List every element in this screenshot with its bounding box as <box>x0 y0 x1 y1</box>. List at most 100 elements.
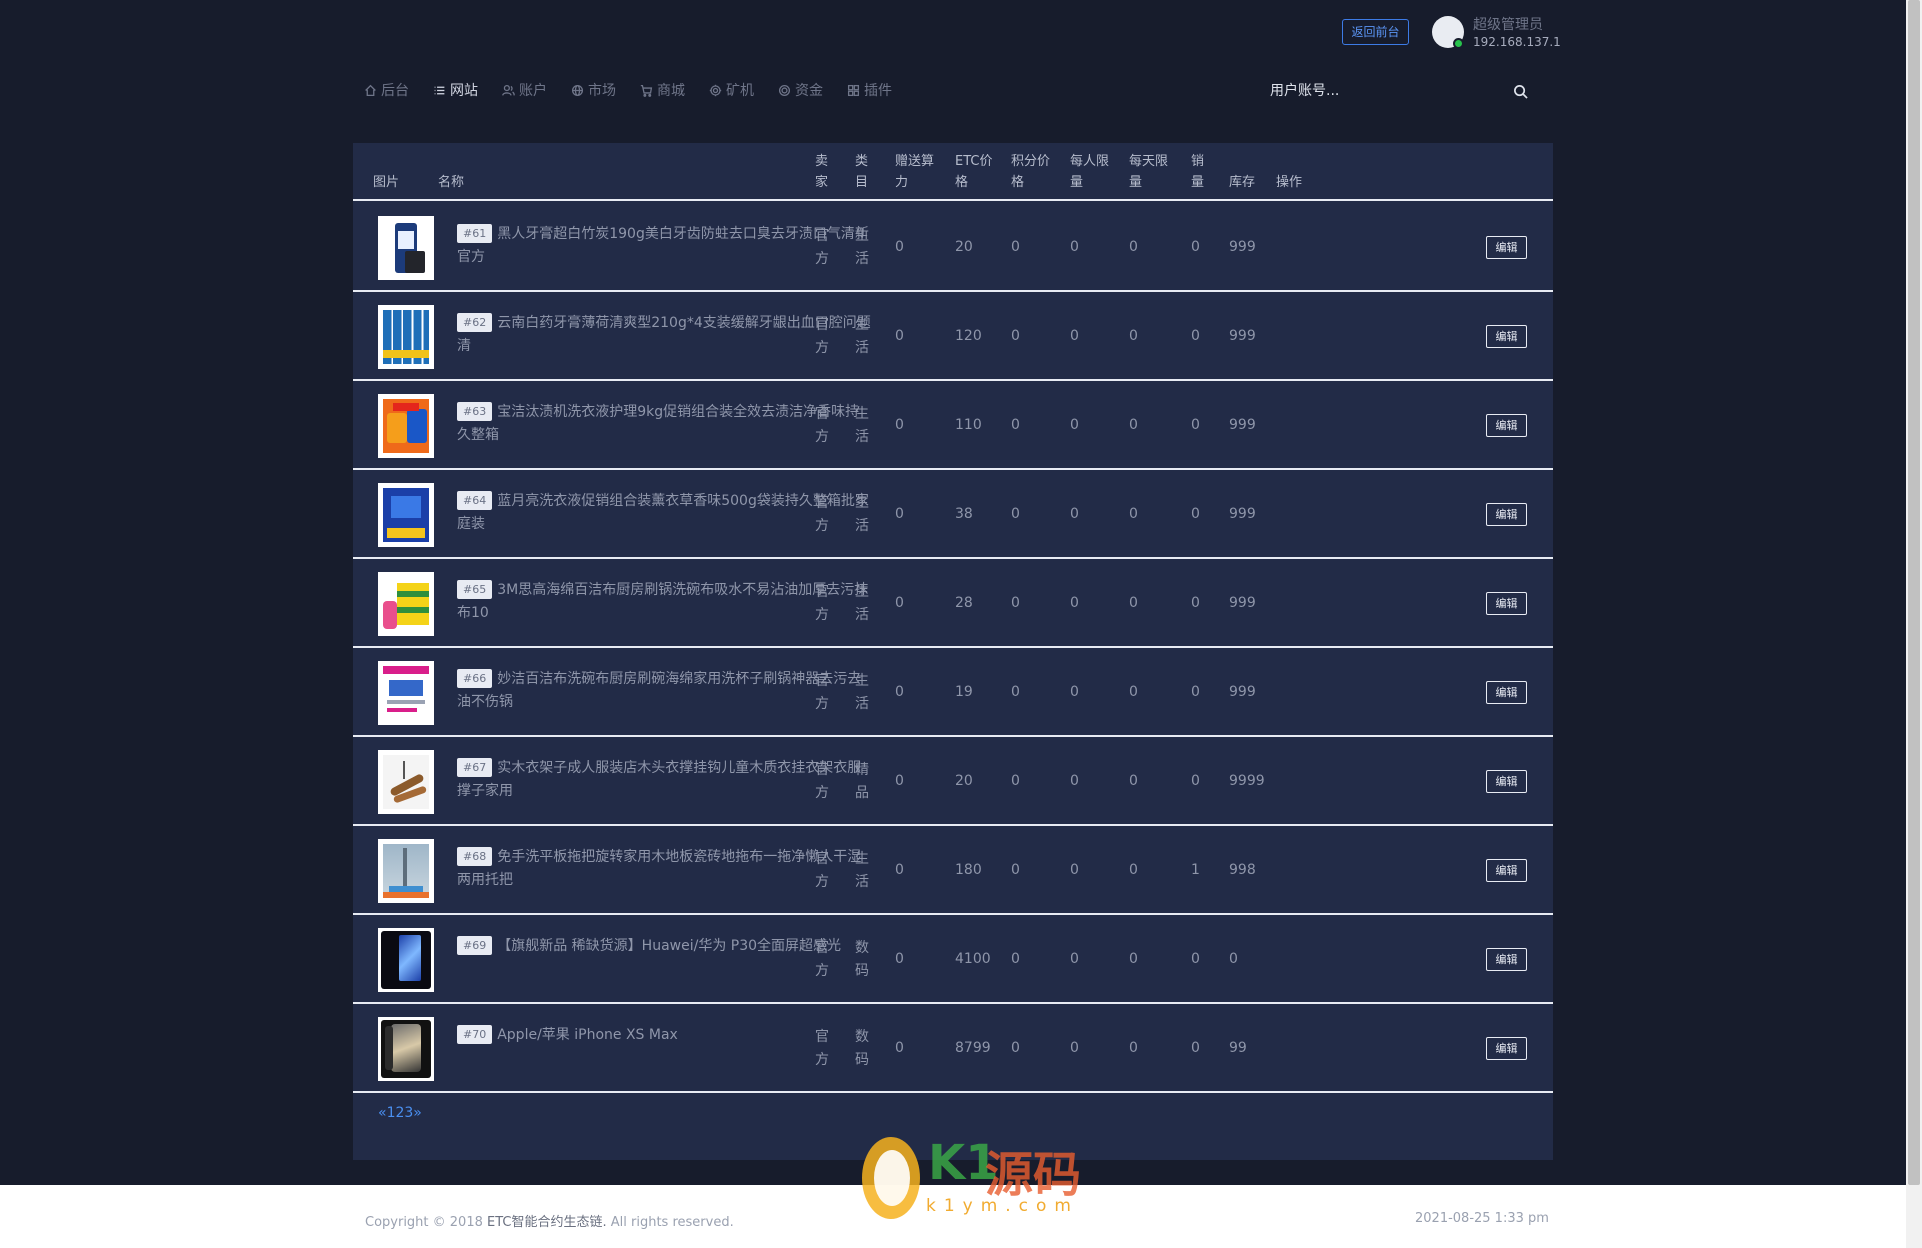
cell-seller: 官方 <box>815 495 829 534</box>
online-status-icon <box>1453 38 1464 49</box>
table-row: #67 实木衣架子成人服装店木头衣撑挂钩儿童木质衣挂衣架衣服 撑子家用官方精品 0 20… <box>353 737 1553 826</box>
cell-category: 生活 <box>855 584 869 623</box>
cell-sales: 0 <box>1191 684 1200 700</box>
user-name[interactable]: 超级管理员 <box>1473 14 1543 34</box>
cell-seller: 官方 <box>815 406 829 445</box>
product-name-line1: 3M思高海绵百洁布厨房刷锅洗碗布吸水不易沾油加厚去污抹 <box>497 582 869 598</box>
cell-stock: 999 <box>1229 506 1256 522</box>
th-bonus: 赠送算力 <box>895 154 935 190</box>
product-name: #70 Apple/苹果 iPhone XS Max <box>457 1024 897 1047</box>
cell-bonus: 0 <box>895 684 904 700</box>
cell-per_day: 0 <box>1129 684 1138 700</box>
table-row: #61 黑人牙膏超白竹炭190g美白牙齿防蛀去口臭去牙渍口气清新 官方官方生活 0 20… <box>353 203 1553 292</box>
product-name-line2: 庭装 <box>457 516 485 532</box>
iphone-thumb <box>378 1017 434 1081</box>
cell-seller: 官方 <box>815 228 829 267</box>
product-name-line2: 久整箱 <box>457 427 499 443</box>
cell-category: 生活 <box>855 317 869 356</box>
cell-stock: 999 <box>1229 328 1256 344</box>
nav-item-0[interactable]: 后台 <box>364 80 409 100</box>
product-name-line2: 官方 <box>457 249 485 265</box>
product-id-badge: #69 <box>457 936 493 955</box>
edit-button[interactable]: 编辑 <box>1486 1037 1527 1060</box>
nav-item-1[interactable]: 网站 <box>433 80 478 100</box>
product-id-badge: #61 <box>457 224 493 243</box>
cell-per_day: 0 <box>1129 862 1138 878</box>
nav-item-2[interactable]: 账户 <box>502 80 547 100</box>
product-id-badge: #67 <box>457 758 493 777</box>
toothpaste-thumb <box>378 216 434 280</box>
company-name[interactable]: ETC智能合约生态链. <box>487 1215 607 1230</box>
cell-per_day: 0 <box>1129 951 1138 967</box>
nav-item-3[interactable]: 市场 <box>571 80 616 100</box>
cell-category: 数码 <box>855 940 869 979</box>
cell-sales: 0 <box>1191 239 1200 255</box>
nav-item-5[interactable]: 矿机 <box>709 80 754 100</box>
edit-button[interactable]: 编辑 <box>1486 592 1527 615</box>
th-sales: 销量 <box>1191 154 1205 190</box>
product-id-badge: #62 <box>457 313 493 332</box>
cell-sales: 0 <box>1191 951 1200 967</box>
scrubber-thumb <box>378 661 434 725</box>
cell-stock: 999 <box>1229 417 1256 433</box>
cell-sales: 0 <box>1191 328 1200 344</box>
cell-per_person: 0 <box>1070 328 1079 344</box>
cell-stock: 999 <box>1229 684 1256 700</box>
edit-button[interactable]: 编辑 <box>1486 948 1527 971</box>
cell-points_price: 0 <box>1011 417 1020 433</box>
edit-button[interactable]: 编辑 <box>1486 503 1527 526</box>
cell-sales: 0 <box>1191 1040 1200 1056</box>
cell-points_price: 0 <box>1011 951 1020 967</box>
product-name: #69 【旗舰新品 稀缺货源】Huawei/华为 P30全面屏超感光 <box>457 935 897 958</box>
scrollbar-thumb[interactable] <box>1908 0 1920 1185</box>
cell-etc_price: 8799 <box>955 1040 991 1056</box>
edit-button[interactable]: 编辑 <box>1486 770 1527 793</box>
cell-category: 生活 <box>855 495 869 534</box>
home-icon <box>365 84 376 96</box>
product-name-line2: 撑子家用 <box>457 783 513 799</box>
globe-icon <box>571 84 584 96</box>
nav-item-4[interactable]: 商城 <box>640 80 685 100</box>
cell-stock: 9999 <box>1229 773 1265 789</box>
cell-per_person: 0 <box>1070 595 1079 611</box>
product-name-line2: 清 <box>457 338 471 354</box>
edit-button[interactable]: 编辑 <box>1486 236 1527 259</box>
cell-points_price: 0 <box>1011 773 1020 789</box>
back-to-frontend-button[interactable]: 返回前台 <box>1342 19 1409 45</box>
cell-seller: 官方 <box>815 762 829 801</box>
sponge-thumb <box>378 572 434 636</box>
cell-category: 生活 <box>855 406 869 445</box>
mop-thumb <box>378 839 434 903</box>
product-name-line2: 两用托把 <box>457 872 513 888</box>
cell-bonus: 0 <box>895 595 904 611</box>
cell-per_person: 0 <box>1070 684 1079 700</box>
cell-etc_price: 38 <box>955 506 973 522</box>
edit-button[interactable]: 编辑 <box>1486 681 1527 704</box>
product-name: #66 妙洁百洁布洗碗布厨房刷碗海绵家用洗杯子刷锅神器去污去 油不伤锅 <box>457 668 897 714</box>
cell-etc_price: 120 <box>955 328 982 344</box>
search-icon[interactable] <box>1513 84 1528 99</box>
toothpaste-pack-thumb <box>378 305 434 369</box>
edit-button[interactable]: 编辑 <box>1486 414 1527 437</box>
th-action: 操作 <box>1276 175 1303 190</box>
cell-category: 精品 <box>855 762 869 801</box>
product-name: #68 免手洗平板拖把旋转家用木地板瓷砖地拖布一拖净懒人干湿 两用托把 <box>457 846 897 892</box>
copyright-suffix: All rights reserved. <box>610 1215 734 1230</box>
cell-points_price: 0 <box>1011 239 1020 255</box>
nav-item-6[interactable]: 资金 <box>778 80 823 100</box>
nav-item-7[interactable]: 插件 <box>847 80 892 100</box>
cell-per_person: 0 <box>1070 417 1079 433</box>
search-input[interactable] <box>1270 78 1530 104</box>
laundry-thumb <box>378 483 434 547</box>
cell-per_person: 0 <box>1070 862 1079 878</box>
pagination[interactable]: «123» <box>378 1105 422 1121</box>
edit-button[interactable]: 编辑 <box>1486 325 1527 348</box>
edit-button[interactable]: 编辑 <box>1486 859 1527 882</box>
cell-seller: 官方 <box>815 584 829 623</box>
cell-etc_price: 4100 <box>955 951 991 967</box>
cell-stock: 999 <box>1229 595 1256 611</box>
cell-category: 数码 <box>855 1029 869 1068</box>
cell-seller: 官方 <box>815 940 829 979</box>
cell-per_person: 0 <box>1070 1040 1079 1056</box>
cell-stock: 999 <box>1229 239 1256 255</box>
